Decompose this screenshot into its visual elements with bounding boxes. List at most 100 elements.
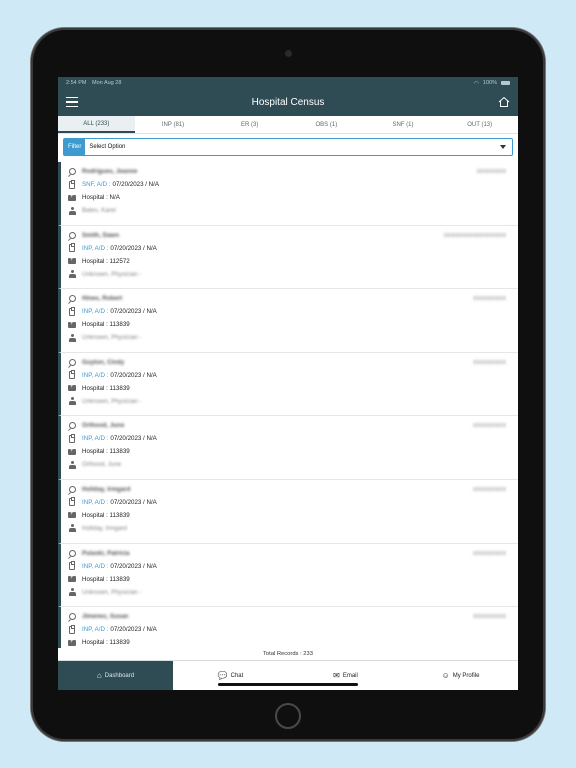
nav-chat-label: Chat bbox=[230, 672, 244, 679]
hospital-id: Hospital : 113839 bbox=[82, 384, 130, 392]
admission-dates: 07/20/2023 / N/A bbox=[110, 498, 157, 506]
patient-mrn: XXXXXXXXX bbox=[472, 296, 506, 303]
patient-list: Rodrigues, Jeanne XXXXXXXX SNF, A/D : 07… bbox=[58, 162, 518, 648]
patient-card[interactable]: Orthood, June XXXXXXXXX INP, A/D : 07/20… bbox=[58, 416, 518, 480]
filter-label: Filter bbox=[64, 139, 86, 155]
nav-dashboard[interactable]: ⌂ Dashboard bbox=[58, 661, 173, 690]
patient-card[interactable]: Rodrigues, Jeanne XXXXXXXX SNF, A/D : 07… bbox=[58, 162, 518, 226]
clipboard-icon bbox=[67, 497, 77, 507]
admission-type: INP, A/D : bbox=[82, 435, 109, 443]
patient-card[interactable]: Holiday, Irmgard XXXXXXXXX INP, A/D : 07… bbox=[58, 479, 518, 544]
clipboard-icon bbox=[67, 370, 77, 380]
app-screen: 2:54 PM Mon Aug 28 ◠ 100% Hospital Censu… bbox=[58, 77, 518, 690]
page-title: Hospital Census bbox=[251, 97, 325, 108]
hospital-icon bbox=[67, 639, 77, 646]
patient-card[interactable]: Pulaski, Patricia XXXXXXXXX INP, A/D : 0… bbox=[58, 543, 518, 608]
search-icon bbox=[67, 231, 77, 239]
tab-all[interactable]: ALL (233) bbox=[58, 116, 135, 133]
status-date: Mon Aug 28 bbox=[92, 80, 122, 86]
profile-icon: ☺ bbox=[441, 671, 450, 680]
hospital-icon bbox=[67, 194, 77, 201]
patient-mrn: XXXXXXXXX bbox=[472, 486, 506, 493]
patient-mrn: XXXXXXXXX bbox=[472, 423, 506, 430]
tab-obs[interactable]: OBS (1) bbox=[288, 116, 365, 133]
nav-dashboard-label: Dashboard bbox=[104, 672, 135, 679]
patient-mrn: XXXXXXXX bbox=[476, 169, 506, 175]
home-icon[interactable] bbox=[498, 96, 510, 108]
patient-mrn: XXXXXXXXX bbox=[472, 359, 506, 366]
hamburger-menu-icon[interactable] bbox=[66, 97, 78, 107]
patient-card[interactable]: Smith, Dawn XXXXXXXXXXXXXXXXX INP, A/D :… bbox=[58, 225, 518, 290]
doctor-icon bbox=[67, 397, 77, 406]
admission-dates: 07/20/2023 / N/A bbox=[110, 435, 157, 443]
filter-dropdown[interactable]: Filter Select Option bbox=[63, 138, 513, 156]
hospital-icon bbox=[67, 257, 77, 265]
clipboard-icon bbox=[67, 561, 77, 571]
admission-dates: 07/20/2023 / N/A bbox=[110, 562, 157, 570]
patient-name: Hines, Robert bbox=[82, 295, 123, 303]
physician-name: Holiday, Irmgard bbox=[82, 524, 127, 532]
census-tabs: ALL (233) INP (81) ER (3) OBS (1) SNF (1… bbox=[58, 116, 518, 134]
hospital-id: Hospital : 112572 bbox=[82, 257, 130, 265]
hospital-id: Hospital : 113839 bbox=[82, 448, 130, 456]
admission-dates: 07/20/2023 / N/A bbox=[112, 181, 159, 188]
patient-mrn: XXXXXXXXX bbox=[472, 614, 506, 621]
status-bar: 2:54 PM Mon Aug 28 ◠ 100% bbox=[58, 77, 518, 89]
hospital-id: Hospital : 113839 bbox=[82, 511, 130, 519]
admission-type: INP, A/D : bbox=[82, 371, 109, 379]
doctor-icon bbox=[67, 206, 77, 215]
hospital-id: Hospital : 113839 bbox=[82, 639, 130, 647]
hospital-id: Hospital : N/A bbox=[82, 194, 120, 201]
hospital-id: Hospital : 113839 bbox=[82, 575, 130, 583]
nav-my-profile[interactable]: ☺ My Profile bbox=[403, 661, 518, 690]
clipboard-icon bbox=[67, 624, 77, 634]
hospital-icon bbox=[67, 321, 77, 328]
admission-dates: 07/20/2023 / N/A bbox=[110, 371, 157, 379]
admission-type: INP, A/D : bbox=[82, 626, 109, 634]
nav-bar: Hospital Census bbox=[58, 89, 518, 116]
patient-mrn: XXXXXXXXXXXXXXXXX bbox=[443, 232, 506, 239]
search-icon bbox=[67, 358, 77, 366]
tab-er[interactable]: ER (3) bbox=[211, 116, 288, 133]
search-icon bbox=[67, 168, 77, 175]
doctor-icon bbox=[67, 333, 77, 342]
clipboard-icon bbox=[67, 433, 77, 443]
doctor-icon bbox=[67, 270, 77, 279]
patient-card[interactable]: Hines, Robert XXXXXXXXX INP, A/D : 07/20… bbox=[58, 289, 518, 353]
patient-name: Pulaski, Patricia bbox=[82, 549, 130, 557]
hospital-icon bbox=[67, 575, 77, 583]
admission-type: INP, A/D : bbox=[82, 562, 109, 570]
front-camera bbox=[285, 50, 292, 57]
physician-name: Orthood, June bbox=[82, 461, 122, 469]
patient-name: Holiday, Irmgard bbox=[82, 485, 131, 493]
admission-type: INP, A/D : bbox=[82, 308, 109, 316]
tab-out[interactable]: OUT (13) bbox=[441, 116, 518, 133]
status-time: 2:54 PM bbox=[66, 80, 87, 86]
clipboard-icon bbox=[67, 243, 77, 253]
search-icon bbox=[67, 295, 77, 303]
admission-type: SNF, A/D : bbox=[82, 181, 111, 188]
hospital-icon bbox=[67, 448, 77, 455]
battery-percent: 100% bbox=[482, 80, 497, 86]
physician-name: Unknown, Physician - bbox=[82, 270, 142, 278]
envelope-icon: ✉ bbox=[333, 671, 340, 680]
admission-type: INP, A/D : bbox=[82, 498, 109, 506]
hospital-icon bbox=[67, 384, 77, 392]
filter-value[interactable]: Select Option bbox=[85, 144, 500, 150]
hospital-icon bbox=[67, 511, 77, 519]
home-hardware-button[interactable] bbox=[275, 703, 301, 729]
wifi-icon: ◠ bbox=[473, 80, 479, 87]
clipboard-icon bbox=[67, 306, 77, 316]
patient-name: Rodrigues, Jeanne bbox=[82, 168, 138, 175]
patient-card[interactable]: Guyton, Cindy XXXXXXXXX INP, A/D : 07/20… bbox=[58, 352, 518, 417]
chevron-down-icon[interactable] bbox=[500, 145, 506, 149]
tab-snf[interactable]: SNF (1) bbox=[365, 116, 442, 133]
tab-inp[interactable]: INP (81) bbox=[135, 116, 212, 133]
total-records: Total Records : 233 bbox=[58, 648, 518, 660]
physician-name: Bates, Karel bbox=[82, 207, 116, 214]
patient-card[interactable]: Jimenez, Susan XXXXXXXXX INP, A/D : 07/2… bbox=[58, 607, 518, 648]
patient-mrn: XXXXXXXXX bbox=[472, 550, 506, 557]
search-icon bbox=[67, 549, 77, 557]
physician-name: Unknown, Physician - bbox=[82, 588, 142, 596]
admission-dates: 07/20/2023 / N/A bbox=[110, 244, 157, 252]
